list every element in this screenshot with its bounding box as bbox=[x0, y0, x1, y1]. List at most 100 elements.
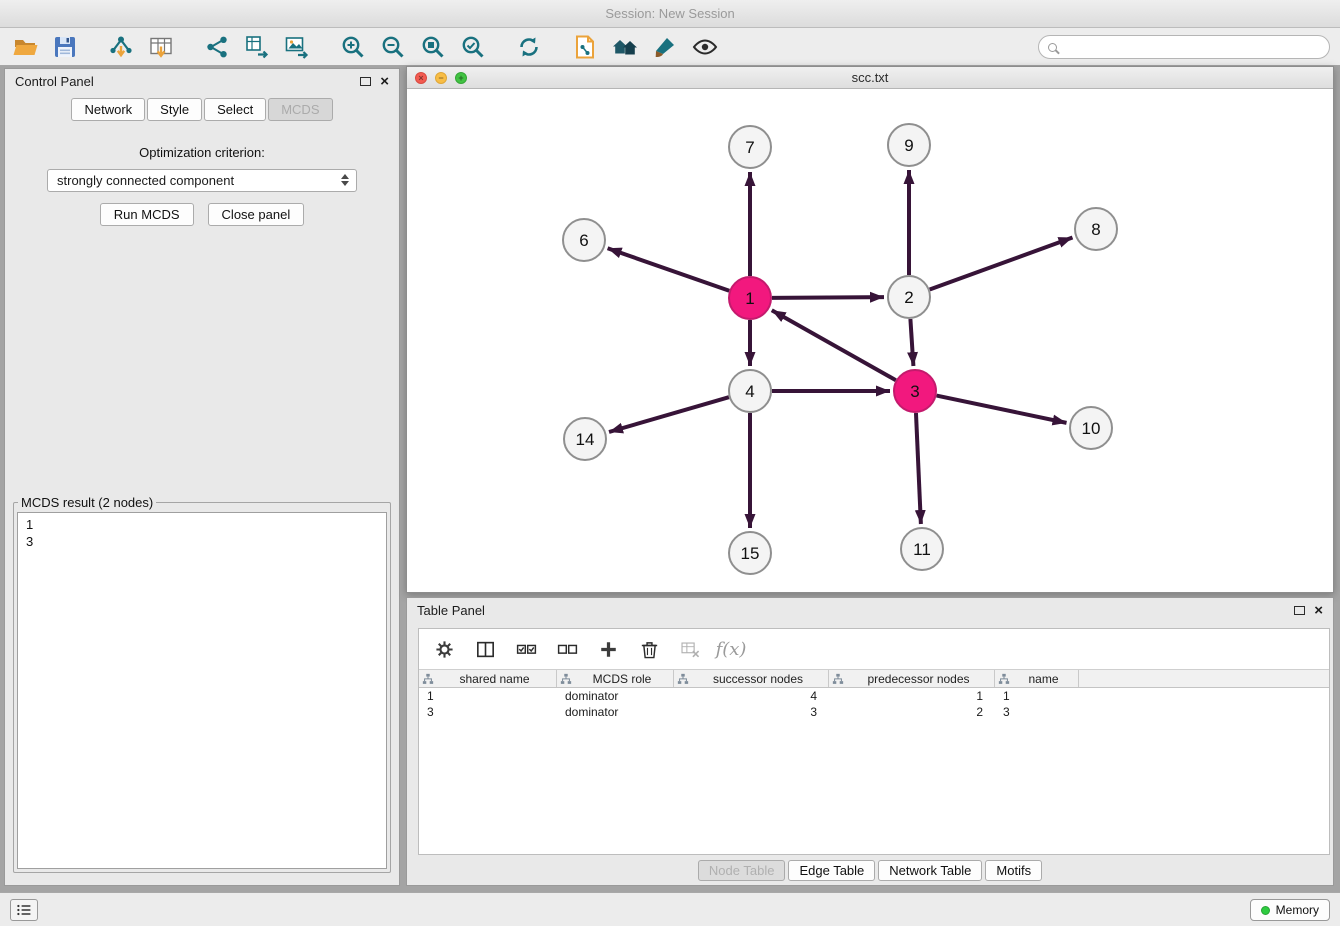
save-session-icon[interactable] bbox=[50, 32, 80, 62]
tab-select[interactable]: Select bbox=[204, 98, 266, 121]
zoom-selected-icon[interactable] bbox=[458, 32, 488, 62]
task-history-button[interactable] bbox=[10, 899, 38, 921]
tab-network[interactable]: Network bbox=[71, 98, 145, 121]
close-window-icon[interactable] bbox=[415, 72, 427, 84]
column-header-label: shared name bbox=[436, 672, 553, 686]
table-cell: 1 bbox=[995, 689, 1079, 703]
tab-network-table[interactable]: Network Table bbox=[878, 860, 982, 881]
function-builder-icon[interactable]: f(x) bbox=[718, 636, 744, 662]
node-10[interactable]: 10 bbox=[1070, 407, 1112, 449]
maximize-window-icon[interactable] bbox=[455, 72, 467, 84]
tab-mcds[interactable]: MCDS bbox=[268, 98, 332, 121]
edge-1-2[interactable] bbox=[772, 297, 884, 298]
control-panel: Control Panel NetworkStyleSelectMCDS Opt… bbox=[4, 68, 400, 886]
zoom-out-icon[interactable] bbox=[378, 32, 408, 62]
table-body: 1dominator4113dominator323 bbox=[419, 688, 1329, 720]
show-hide-icon[interactable] bbox=[690, 32, 720, 62]
table-area: f(x) shared name MCDS rolesuccessor nodes… bbox=[418, 628, 1330, 855]
svg-text:4: 4 bbox=[745, 382, 754, 401]
import-table-icon[interactable] bbox=[146, 32, 176, 62]
column-header-predecessor-nodes[interactable]: predecessor nodes bbox=[829, 670, 995, 687]
float-panel-icon[interactable] bbox=[360, 77, 371, 86]
memory-button[interactable]: Memory bbox=[1250, 899, 1330, 921]
node-4[interactable]: 4 bbox=[729, 370, 771, 412]
titlebar[interactable]: Session: New Session bbox=[0, 0, 1340, 28]
minimize-window-icon[interactable] bbox=[435, 72, 447, 84]
export-network-icon[interactable] bbox=[242, 32, 272, 62]
deselect-all-rows-icon[interactable] bbox=[554, 636, 580, 662]
tab-node-table[interactable]: Node Table bbox=[698, 860, 786, 881]
edge-1-6[interactable] bbox=[608, 248, 730, 290]
node-15[interactable]: 15 bbox=[729, 532, 771, 574]
network-window-titlebar[interactable]: scc.txt bbox=[407, 67, 1333, 89]
table-cell: 2 bbox=[829, 705, 995, 719]
open-file-icon[interactable] bbox=[10, 32, 40, 62]
float-table-panel-icon[interactable] bbox=[1294, 606, 1305, 615]
node-2[interactable]: 2 bbox=[888, 276, 930, 318]
edge-3-1[interactable] bbox=[772, 310, 896, 380]
create-column-icon[interactable] bbox=[595, 636, 621, 662]
tab-style[interactable]: Style bbox=[147, 98, 202, 121]
column-header-shared-name[interactable]: shared name bbox=[419, 670, 557, 687]
mcds-result-list[interactable]: 13 bbox=[17, 512, 387, 869]
column-header-successor-nodes[interactable]: successor nodes bbox=[674, 670, 829, 687]
node-3[interactable]: 3 bbox=[894, 370, 936, 412]
search-icon bbox=[1048, 43, 1057, 52]
edge-3-11[interactable] bbox=[916, 413, 921, 524]
window-title: Session: New Session bbox=[605, 6, 734, 21]
show-columns-icon[interactable] bbox=[472, 636, 498, 662]
node-9[interactable]: 9 bbox=[888, 124, 930, 166]
table-tabs: Node TableEdge TableNetwork TableMotifs bbox=[407, 860, 1333, 881]
toolbar-icon-groups bbox=[10, 32, 720, 62]
open-session-doc-icon[interactable] bbox=[570, 32, 600, 62]
node-1[interactable]: 1 bbox=[729, 277, 771, 319]
toolbar-group bbox=[514, 32, 544, 62]
zoom-fit-icon[interactable] bbox=[418, 32, 448, 62]
delete-table-icon[interactable] bbox=[677, 636, 703, 662]
close-control-panel-icon[interactable] bbox=[380, 74, 389, 89]
window-controls bbox=[415, 72, 467, 84]
tab-motifs[interactable]: Motifs bbox=[985, 860, 1042, 881]
node-7[interactable]: 7 bbox=[729, 126, 771, 168]
tab-edge-table[interactable]: Edge Table bbox=[788, 860, 875, 881]
edge-2-8[interactable] bbox=[930, 238, 1073, 290]
table-row[interactable]: 3dominator323 bbox=[419, 704, 1329, 720]
column-header-mcds-role[interactable]: MCDS role bbox=[557, 670, 674, 687]
table-header-row: shared name MCDS rolesuccessor nodesprede… bbox=[419, 669, 1329, 688]
close-table-panel-icon[interactable] bbox=[1314, 603, 1323, 618]
edge-2-3[interactable] bbox=[910, 319, 913, 366]
table-cell: 3 bbox=[995, 705, 1079, 719]
node-8[interactable]: 8 bbox=[1075, 208, 1117, 250]
mcds-result-item[interactable]: 3 bbox=[26, 533, 378, 550]
svg-text:9: 9 bbox=[904, 136, 913, 155]
node-14[interactable]: 14 bbox=[564, 418, 606, 460]
network-canvas[interactable]: 7 9 6 8 1 2 4 3 14 10 15 11 bbox=[407, 89, 1333, 592]
criterion-dropdown[interactable]: strongly connected component bbox=[47, 169, 357, 192]
search-input[interactable] bbox=[1064, 40, 1320, 54]
select-all-rows-icon[interactable] bbox=[513, 636, 539, 662]
node-6[interactable]: 6 bbox=[563, 219, 605, 261]
home-icon[interactable] bbox=[610, 32, 640, 62]
mcds-result-item[interactable]: 1 bbox=[26, 516, 378, 533]
run-mcds-button[interactable]: Run MCDS bbox=[100, 203, 194, 226]
table-cell: dominator bbox=[557, 705, 674, 719]
delete-columns-icon[interactable] bbox=[636, 636, 662, 662]
apply-style-icon[interactable] bbox=[650, 32, 680, 62]
close-panel-button[interactable]: Close panel bbox=[208, 203, 305, 226]
column-header-name[interactable]: name bbox=[995, 670, 1079, 687]
import-network-icon[interactable] bbox=[106, 32, 136, 62]
table-mode-gear-icon[interactable] bbox=[431, 636, 457, 662]
search-box[interactable] bbox=[1038, 35, 1330, 59]
zoom-in-icon[interactable] bbox=[338, 32, 368, 62]
table-row[interactable]: 1dominator411 bbox=[419, 688, 1329, 704]
node-11[interactable]: 11 bbox=[901, 528, 943, 570]
export-image-icon[interactable] bbox=[282, 32, 312, 62]
main-toolbar bbox=[0, 28, 1340, 66]
refresh-icon[interactable] bbox=[514, 32, 544, 62]
edge-3-10[interactable] bbox=[937, 396, 1067, 423]
new-network-icon[interactable] bbox=[202, 32, 232, 62]
column-sort-icon bbox=[422, 673, 436, 685]
app-window: { "titlebar": { "title": "Session: New S… bbox=[0, 0, 1340, 926]
table-toolbar: f(x) bbox=[419, 629, 1329, 669]
edge-4-14[interactable] bbox=[609, 397, 729, 432]
